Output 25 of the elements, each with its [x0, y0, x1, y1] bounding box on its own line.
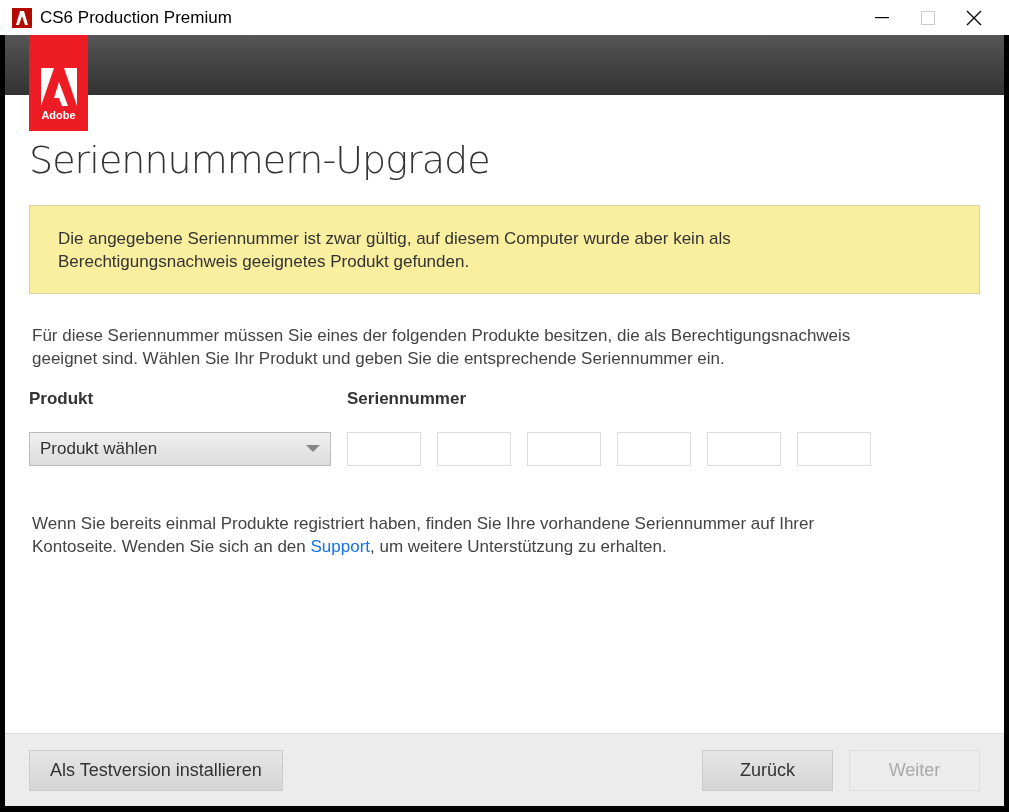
close-icon [966, 9, 982, 26]
trial-button[interactable]: Als Testversion installieren [29, 749, 283, 791]
window-title: CS6 Production Premium [40, 6, 232, 29]
help-text: Wenn Sie bereits einmal Produkte registriert haben, finden Sie Ihre vorhandene Seriennummer auf Ihrer Kontoseite. Wenden Sie sich an den Support, um weitere Unterstützung zu erhalten. [31, 512, 816, 558]
logo-mark-icon [40, 68, 77, 106]
serial-field[interactable] [617, 431, 691, 466]
dropdown-value: Produkt wählen [40, 437, 158, 460]
app-icon [12, 7, 32, 28]
minimize-icon [875, 16, 889, 19]
serial-field[interactable] [797, 431, 871, 466]
maximize-icon [921, 10, 935, 25]
page-heading: Seriennummern-Upgrade [29, 141, 491, 179]
back-button[interactable]: Zurück [702, 749, 833, 791]
product-dropdown[interactable]: Produkt wählen [29, 431, 331, 466]
serial-field[interactable] [347, 431, 421, 466]
serial-field[interactable] [707, 431, 781, 466]
logo-text: Adobe [41, 110, 76, 121]
support-link[interactable]: Support [310, 536, 371, 556]
notice-text: Die angegebene Seriennummer ist zwar gültig, auf diesem Computer wurde aber kein als Berechtigungsnachweis geeignetes Produkt gefunden. [58, 227, 732, 273]
product-label: Produkt [29, 388, 95, 410]
serial-field[interactable] [527, 431, 601, 466]
serial-field[interactable] [437, 431, 511, 466]
caret-icon [306, 444, 320, 453]
serial-label: Seriennummer [347, 388, 467, 410]
intro-text: Für diese Seriennummer müssen Sie eines der folgenden Produkte besitzen, die als Berechtigungsnachweis geeignet sind. Wählen Sie Ihr Produkt und geben Sie die entsprechende Seriennummer ein. [31, 325, 852, 370]
